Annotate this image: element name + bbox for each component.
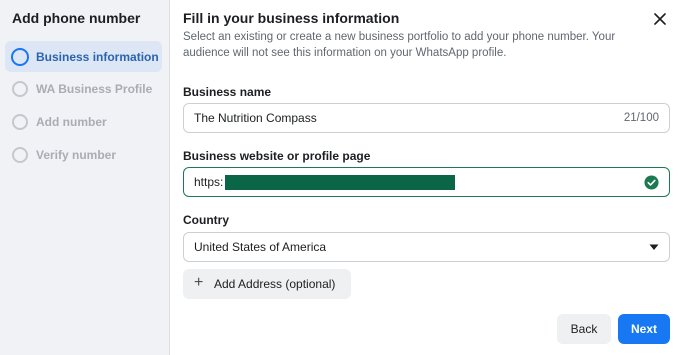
character-counter: 21/100 <box>623 112 659 124</box>
step-add-number[interactable]: Add number <box>5 106 162 137</box>
business-name-input[interactable]: The Nutrition Compass 21/100 <box>183 103 670 133</box>
website-label: Business website or profile page <box>183 149 371 163</box>
stepper-sidebar: Add phone number Business information WA… <box>0 0 170 355</box>
step-label: WA Business Profile <box>36 81 153 96</box>
close-icon <box>654 13 666 25</box>
form-subtitle: Select an existing or create a new busin… <box>183 31 616 59</box>
business-name-value: The Nutrition Compass <box>194 111 317 125</box>
country-select[interactable]: United States of America <box>183 232 670 262</box>
country-value: United States of America <box>194 240 327 254</box>
redacted-url-block <box>225 175 455 190</box>
step-business-information[interactable]: Business information <box>5 41 162 72</box>
check-circle-icon <box>644 175 659 190</box>
step-wa-business-profile[interactable]: WA Business Profile <box>5 73 162 104</box>
country-label: Country <box>183 213 229 227</box>
form-title: Fill in your business information <box>183 10 400 26</box>
website-input[interactable]: https: <box>183 167 670 197</box>
step-circle-icon <box>12 80 28 97</box>
sidebar-title: Add phone number <box>12 10 141 26</box>
step-circle-icon <box>12 146 28 163</box>
plus-icon: + <box>194 274 204 291</box>
step-label: Add number <box>36 114 107 129</box>
next-button[interactable]: Next <box>618 314 670 344</box>
step-label: Business information <box>36 49 159 64</box>
step-active-circle-icon <box>11 47 29 66</box>
caret-down-icon <box>649 244 659 250</box>
close-button[interactable] <box>649 8 671 30</box>
back-button[interactable]: Back <box>557 314 611 344</box>
step-label: Verify number <box>36 147 117 162</box>
website-value: https: <box>194 175 224 189</box>
step-circle-icon <box>12 113 28 130</box>
add-address-label: Add Address (optional) <box>214 277 336 291</box>
form-panel: Fill in your business information Select… <box>171 0 680 355</box>
add-address-button[interactable]: + Add Address (optional) <box>183 269 351 299</box>
business-name-label: Business name <box>183 85 272 99</box>
step-verify-number[interactable]: Verify number <box>5 139 162 170</box>
